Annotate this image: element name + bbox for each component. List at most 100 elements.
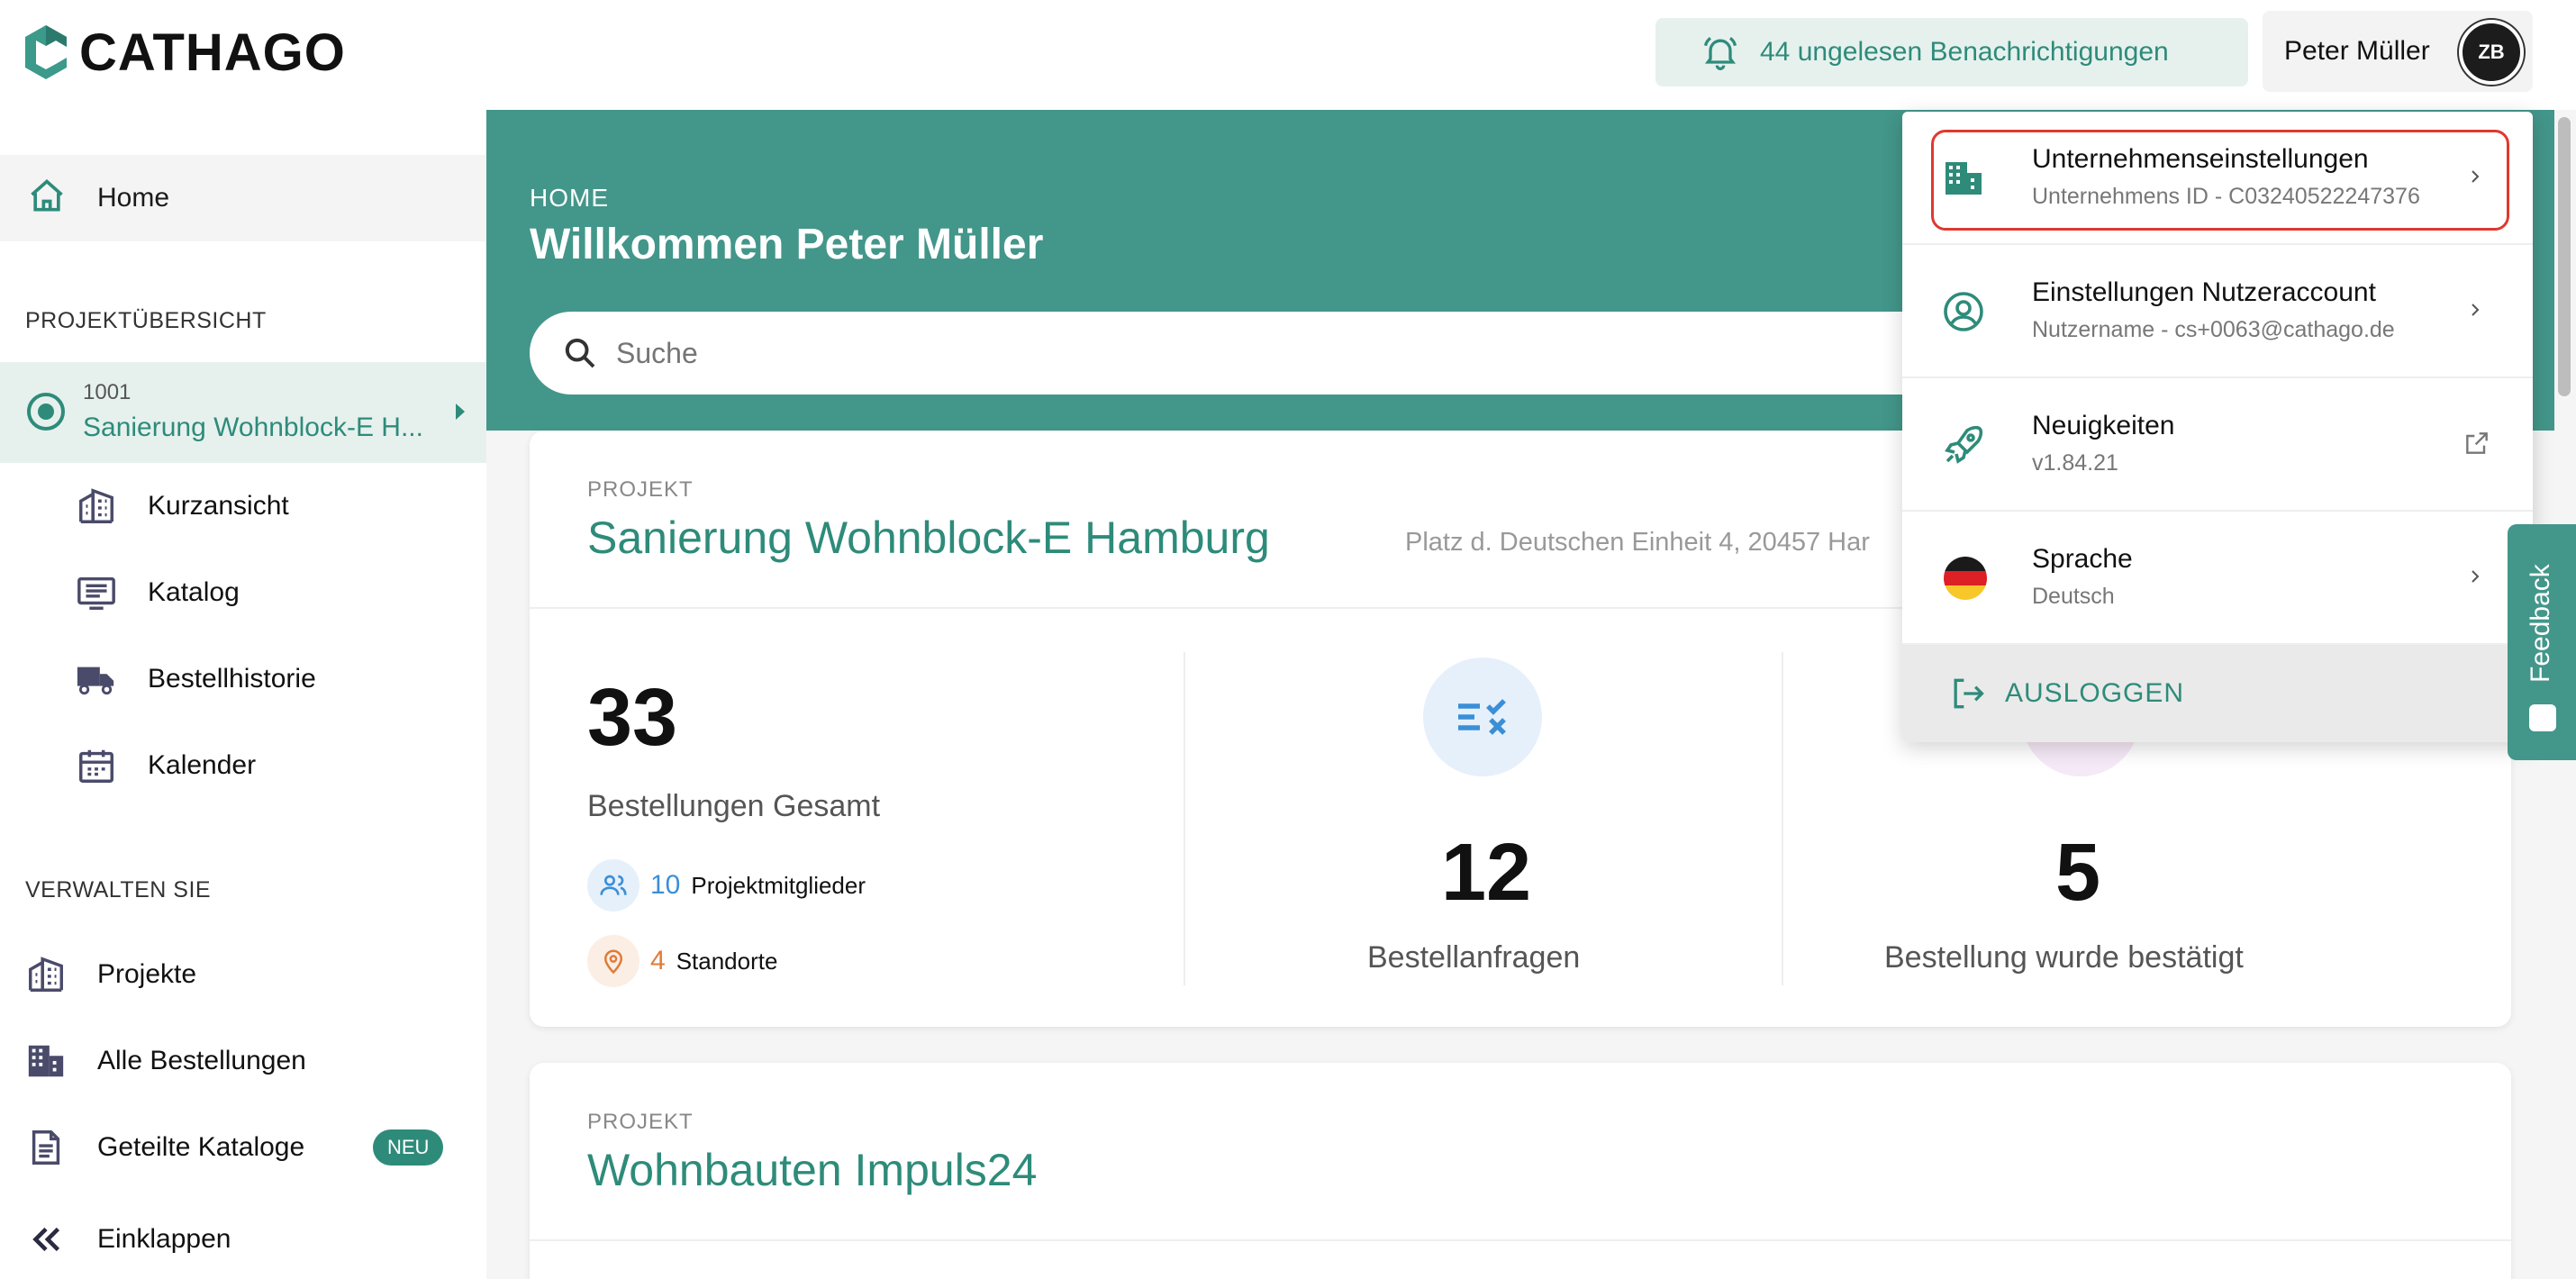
logout-button[interactable]: AUSLOGGEN bbox=[1902, 645, 2533, 742]
project-card[interactable]: PROJEKT Wohnbauten Impuls24 bbox=[530, 1063, 2511, 1279]
sidebar-item-label: Geteilte Kataloge bbox=[97, 1132, 305, 1162]
sidebar-item-label: Katalog bbox=[148, 577, 240, 607]
double-chevron-left-icon bbox=[32, 1227, 60, 1252]
office-building-icon bbox=[28, 1045, 64, 1077]
notifications-label: 44 ungelesen Benachrichtigungen bbox=[1760, 37, 2169, 67]
logout-label: AUSLOGGEN bbox=[2005, 678, 2185, 708]
users-icon bbox=[587, 859, 639, 912]
building-icon bbox=[29, 957, 63, 992]
home-icon bbox=[31, 179, 63, 212]
section-heading-projects: PROJEKTÜBERSICHT bbox=[25, 308, 267, 333]
total-orders-label: Bestellungen Gesamt bbox=[587, 789, 881, 823]
calendar-icon bbox=[79, 749, 113, 783]
search-input[interactable] bbox=[616, 336, 1877, 370]
chevron-right-icon bbox=[2472, 304, 2480, 316]
project-label: PROJEKT bbox=[587, 1110, 694, 1134]
logout-icon bbox=[1954, 678, 1984, 709]
divider bbox=[530, 1239, 2511, 1241]
sidebar-item-katalog[interactable]: Katalog bbox=[0, 557, 486, 629]
german-flag-icon bbox=[1944, 557, 1987, 600]
menu-item-news[interactable]: Neuigkeiten v1.84.21 bbox=[1902, 378, 2533, 512]
user-dropdown-menu: Unternehmenseinstellungen Unternehmens I… bbox=[1902, 112, 2533, 742]
feedback-label: Feedback bbox=[2526, 564, 2555, 683]
user-menu-button[interactable]: Peter Müller ZB bbox=[2263, 11, 2533, 92]
sidebar-item-home[interactable]: Home bbox=[0, 155, 486, 241]
project-address: Platz d. Deutschen Einheit 4, 20457 Har bbox=[1405, 528, 1870, 557]
building-icon bbox=[79, 488, 113, 523]
members-row[interactable]: 10 Projektmitglieder bbox=[587, 859, 866, 912]
breadcrumb: HOME bbox=[530, 184, 609, 212]
menu-item-subtitle: Deutsch bbox=[2032, 584, 2115, 609]
chevron-right-icon bbox=[2472, 170, 2480, 183]
divider bbox=[1184, 652, 1185, 985]
sidebar-item-label: Projekte bbox=[97, 959, 197, 989]
confirmed-label: Bestellung wurde bestätigt bbox=[1884, 940, 2244, 975]
section-heading-manage: VERWALTEN SIE bbox=[25, 877, 212, 903]
radio-selected-icon bbox=[27, 393, 65, 431]
user-name: Peter Müller bbox=[2284, 36, 2430, 66]
sidebar-item-kurzansicht[interactable]: Kurzansicht bbox=[0, 470, 486, 542]
list-check-icon bbox=[1423, 658, 1542, 776]
locations-row[interactable]: 4 Standorte bbox=[587, 935, 777, 987]
sidebar: Home PROJEKTÜBERSICHT 1001 Sanierung Woh… bbox=[0, 110, 486, 1279]
chevron-right-icon bbox=[2472, 570, 2480, 583]
sidebar-item-label: Bestellhistorie bbox=[148, 664, 316, 694]
locations-label: Standorte bbox=[676, 947, 778, 975]
cathago-logo[interactable]: CATHAGO bbox=[25, 23, 346, 82]
sidebar-item-label: Home bbox=[97, 183, 170, 213]
sidebar-item-geteilte-kataloge[interactable]: Geteilte Kataloge NEU bbox=[0, 1111, 486, 1184]
project-title[interactable]: Sanierung Wohnblock-E Hamburg bbox=[587, 512, 1270, 564]
document-icon bbox=[32, 1130, 60, 1165]
menu-item-company-settings[interactable]: Unternehmenseinstellungen Unternehmens I… bbox=[1902, 112, 2533, 245]
sidebar-item-label: Kurzansicht bbox=[148, 491, 289, 521]
project-title[interactable]: Wohnbauten Impuls24 bbox=[587, 1144, 1037, 1196]
cathago-logo-icon bbox=[25, 25, 67, 79]
sidebar-item-kalender[interactable]: Kalender bbox=[0, 730, 486, 802]
collapse-sidebar-button[interactable]: Einklappen bbox=[0, 1203, 486, 1275]
external-link-icon bbox=[2466, 432, 2488, 454]
feedback-tab[interactable]: Feedback bbox=[2508, 524, 2576, 760]
menu-item-title: Neuigkeiten bbox=[2032, 411, 2175, 440]
members-label: Projektmitglieder bbox=[691, 871, 866, 899]
menu-item-language[interactable]: Sprache Deutsch bbox=[1902, 512, 2533, 645]
bell-icon bbox=[1703, 37, 1737, 70]
new-badge: NEU bbox=[373, 1129, 444, 1166]
sidebar-item-label: Kalender bbox=[148, 750, 257, 780]
divider bbox=[1782, 652, 1783, 985]
project-label: PROJEKT bbox=[587, 477, 694, 502]
office-building-icon bbox=[1946, 162, 1982, 195]
members-count: 10 bbox=[650, 870, 681, 900]
menu-item-account-settings[interactable]: Einstellungen Nutzeraccount Nutzername -… bbox=[1902, 245, 2533, 378]
menu-item-subtitle: v1.84.21 bbox=[2032, 450, 2118, 476]
menu-item-title: Sprache bbox=[2032, 544, 2133, 574]
search-icon bbox=[565, 338, 595, 368]
smiley-icon bbox=[2529, 704, 2556, 731]
total-orders-count: 33 bbox=[587, 673, 678, 763]
menu-item-title: Unternehmenseinstellungen bbox=[2032, 144, 2369, 174]
menu-item-title: Einstellungen Nutzeraccount bbox=[2032, 277, 2376, 307]
project-number: 1001 bbox=[83, 380, 132, 404]
rocket-icon bbox=[1945, 425, 1983, 464]
scrollbar-thumb[interactable] bbox=[2558, 117, 2571, 396]
menu-item-subtitle: Unternehmens ID - C03240522247376 bbox=[2032, 184, 2420, 209]
confirmed-count: 5 bbox=[2055, 828, 2101, 918]
top-bar: CATHAGO 44 ungelesen Benachrichtigungen … bbox=[0, 0, 2576, 110]
sidebar-item-label: Alle Bestellungen bbox=[97, 1046, 306, 1075]
collapse-label: Einklappen bbox=[97, 1224, 231, 1254]
catalog-icon bbox=[77, 576, 115, 610]
sidebar-active-project[interactable]: 1001 Sanierung Wohnblock-E H... bbox=[0, 362, 486, 463]
sidebar-item-projekte[interactable]: Projekte bbox=[0, 939, 486, 1011]
sidebar-item-bestellhistorie[interactable]: Bestellhistorie bbox=[0, 643, 486, 715]
locations-count: 4 bbox=[650, 946, 666, 975]
user-circle-icon bbox=[1944, 292, 1983, 331]
requests-count: 12 bbox=[1441, 828, 1532, 918]
page-title: Willkommen Peter Müller bbox=[530, 221, 1044, 268]
brand-name: CATHAGO bbox=[79, 23, 346, 82]
caret-right-icon bbox=[456, 404, 465, 420]
notifications-button[interactable]: 44 ungelesen Benachrichtigungen bbox=[1655, 18, 2248, 86]
sidebar-item-alle-bestellungen[interactable]: Alle Bestellungen bbox=[0, 1025, 486, 1097]
truck-icon bbox=[77, 667, 114, 695]
search-bar[interactable] bbox=[530, 312, 1971, 395]
location-pin-icon bbox=[587, 935, 639, 987]
avatar: ZB bbox=[2459, 20, 2524, 85]
